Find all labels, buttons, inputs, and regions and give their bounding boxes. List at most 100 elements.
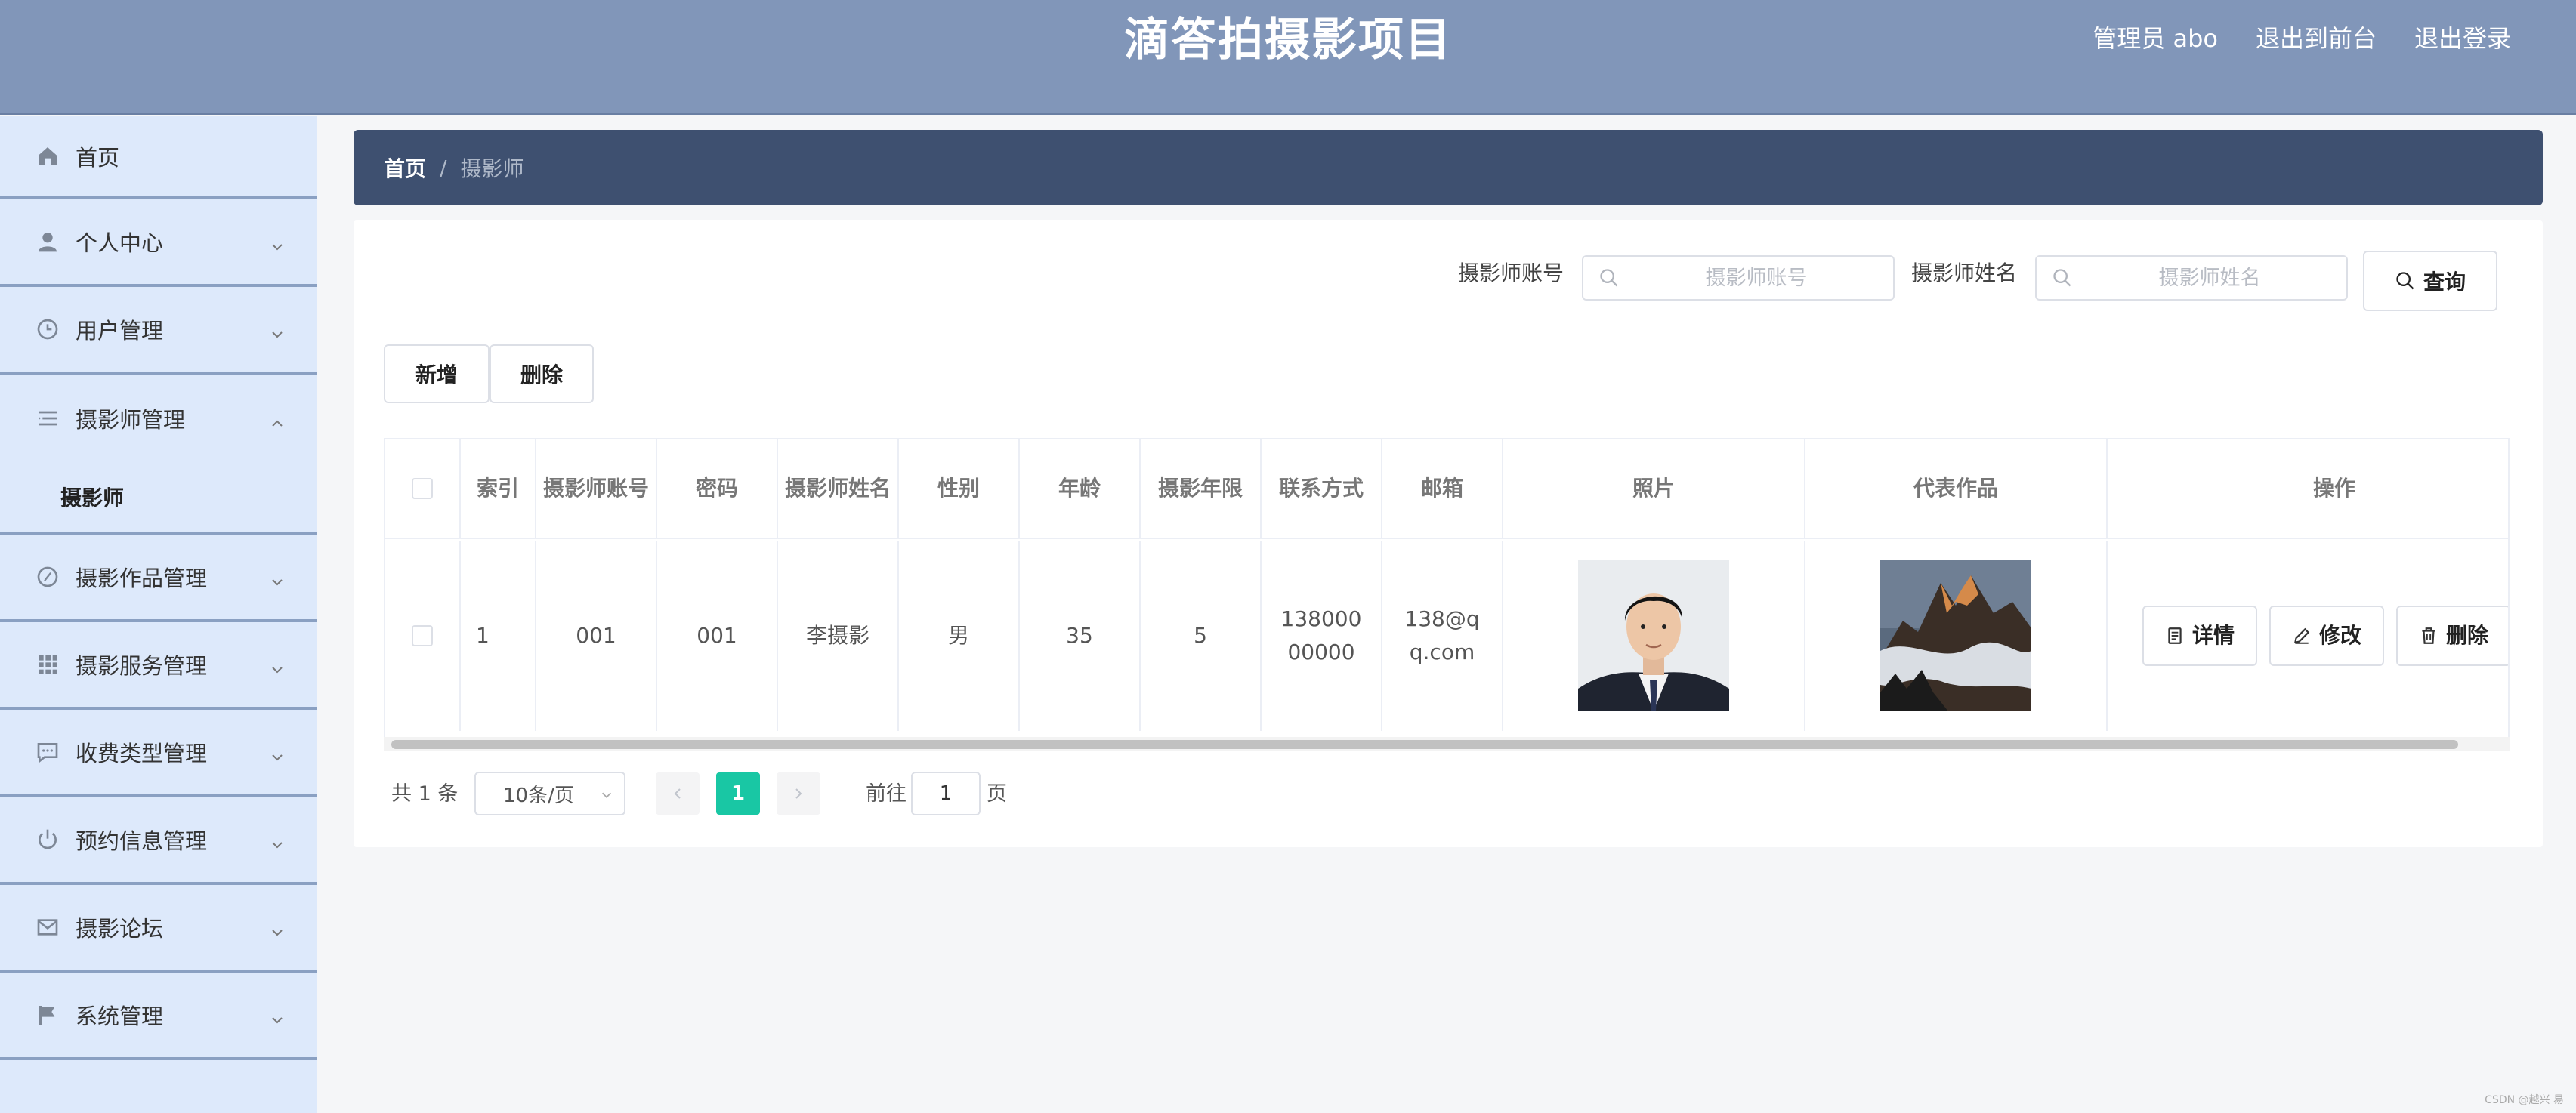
breadcrumb-home[interactable]: 首页: [384, 153, 426, 183]
sidebar-item-label: 首页: [76, 145, 120, 171]
search-icon: [2396, 272, 2414, 290]
select-all-cell: [385, 439, 461, 538]
chevron-up-icon: [270, 411, 285, 427]
grid-icon: [35, 652, 60, 677]
batch-delete-button-label: 删除: [520, 362, 563, 387]
detail-button-label: 详情: [2192, 623, 2235, 648]
page-number-current[interactable]: 1: [716, 772, 760, 815]
select-all-checkbox[interactable]: [412, 478, 433, 499]
breadcrumb-current: 摄影师: [460, 156, 524, 181]
sidebar-item-user-management[interactable]: 用户管理: [0, 287, 317, 375]
sidebar-item-label: 摄影服务管理: [76, 653, 208, 679]
sidebar-item-label: 预约信息管理: [76, 828, 208, 854]
table-row: 1 001 001 李摄影 男 35 5 13800000000 138@qq.…: [385, 541, 2508, 731]
chevron-left-icon: [674, 788, 681, 799]
chevron-down-icon: [601, 792, 612, 798]
sidebar-item-photo-service-management[interactable]: 摄影服务管理: [0, 622, 317, 710]
representative-work-image[interactable]: [1880, 560, 2031, 711]
document-icon: [2168, 627, 2182, 644]
search-icon: [2053, 269, 2071, 287]
user-icon: [35, 229, 60, 254]
sidebar-item-photo-forum[interactable]: 摄影论坛: [0, 885, 317, 973]
photographer-portrait-image[interactable]: [1578, 560, 1729, 711]
home-icon: [35, 143, 60, 169]
account-search-label: 摄影师账号: [1458, 261, 1564, 285]
breadcrumb-separator: /: [440, 155, 447, 180]
account-search-field[interactable]: [1582, 255, 1895, 301]
cell-password: 001: [657, 541, 778, 731]
chevron-down-icon: [270, 920, 285, 936]
column-header[interactable]: 密码: [657, 439, 778, 538]
page-suffix-label: 页: [987, 782, 1007, 806]
chat-icon: [35, 739, 60, 765]
add-button-label: 新增: [415, 362, 458, 387]
add-button[interactable]: 新增: [384, 344, 490, 403]
name-search-input[interactable]: [2073, 257, 2346, 299]
chevron-right-icon: [795, 788, 802, 799]
row-select-cell: [385, 541, 461, 731]
sidebar-item-label: 个人中心: [76, 230, 164, 256]
top-header: 滴答拍摄影项目 管理员 abo 退出到前台 退出登录: [0, 0, 2576, 115]
sidebar-item-label: 摄影作品管理: [76, 566, 208, 591]
account-search-input[interactable]: [1620, 257, 1893, 299]
column-header[interactable]: 索引: [461, 439, 536, 538]
logout-link[interactable]: 退出登录: [2414, 21, 2511, 56]
chevron-down-icon: [270, 657, 285, 674]
horizontal-scrollbar[interactable]: [391, 740, 2458, 749]
sidebar-item-system-management[interactable]: 系统管理: [0, 973, 317, 1060]
column-header[interactable]: 邮箱: [1382, 439, 1503, 538]
cell-actions: 详情 修改 删除: [2108, 541, 2508, 731]
prev-page-button[interactable]: [656, 772, 700, 815]
row-checkbox[interactable]: [412, 625, 433, 646]
column-header[interactable]: 照片: [1503, 439, 1805, 538]
column-header[interactable]: 性别: [899, 439, 1020, 538]
sidebar-item-label: 摄影师管理: [76, 407, 186, 433]
sidebar-item-photo-works-management[interactable]: 摄影作品管理: [0, 535, 317, 622]
sidebar-item-home[interactable]: 首页: [0, 116, 317, 199]
mail-icon: [35, 914, 60, 940]
name-search-field[interactable]: [2035, 255, 2348, 301]
column-header[interactable]: 摄影师姓名: [778, 439, 899, 538]
column-header[interactable]: 联系方式: [1262, 439, 1382, 538]
sidebar-item-fee-type-management[interactable]: 收费类型管理: [0, 710, 317, 797]
next-page-button[interactable]: [777, 772, 820, 815]
edit-button[interactable]: 修改: [2269, 606, 2385, 666]
search-icon: [1600, 269, 1618, 287]
sidebar-item-photographer-management[interactable]: 摄影师管理: [0, 375, 317, 462]
breadcrumb: 首页 / 摄影师: [354, 130, 2543, 205]
column-header[interactable]: 年龄: [1020, 439, 1141, 538]
trash-icon: [2422, 627, 2435, 644]
page-size-value: 10条/页: [503, 784, 574, 807]
main-panel: 摄影师账号 摄影师姓名 查询 新增 删除 索引 摄影师账号 密码 摄影师姓名 性…: [354, 220, 2543, 847]
page-size-select[interactable]: 10条/页: [474, 772, 625, 815]
edit-button-label: 修改: [2319, 623, 2362, 648]
photographer-table: 索引 摄影师账号 密码 摄影师姓名 性别 年龄 摄影年限 联系方式 邮箱 照片 …: [384, 438, 2510, 740]
table-header-row: 索引 摄影师账号 密码 摄影师姓名 性别 年龄 摄影年限 联系方式 邮箱 照片 …: [385, 439, 2508, 539]
query-button[interactable]: 查询: [2363, 251, 2497, 311]
batch-delete-button[interactable]: 删除: [490, 344, 594, 403]
clock-icon: [35, 316, 60, 342]
cell-years: 5: [1141, 541, 1262, 731]
cell-name: 李摄影: [778, 541, 899, 731]
watermark: CSDN @越兴 易: [2485, 1094, 2564, 1106]
query-button-label: 查询: [2423, 270, 2466, 294]
flag-icon: [35, 1002, 60, 1028]
column-header[interactable]: 代表作品: [1805, 439, 2108, 538]
sidebar: 首页 个人中心 用户管理 摄影师管理 摄影师 摄影作品管理 摄影服务管理 收费类…: [0, 116, 317, 1113]
chevron-down-icon: [270, 1007, 285, 1024]
cell-index: 1: [461, 541, 536, 731]
column-header[interactable]: 摄影年限: [1141, 439, 1262, 538]
sidebar-item-personal-center[interactable]: 个人中心: [0, 199, 317, 287]
sidebar-subitem-photographer[interactable]: 摄影师: [0, 462, 317, 535]
sidebar-item-booking-management[interactable]: 预约信息管理: [0, 797, 317, 885]
exit-to-front-link[interactable]: 退出到前台: [2256, 21, 2377, 56]
column-header[interactable]: 摄影师账号: [536, 439, 657, 538]
sidebar-item-label: 收费类型管理: [76, 741, 208, 766]
row-delete-button[interactable]: 删除: [2396, 606, 2508, 666]
chevron-down-icon: [270, 569, 285, 586]
admin-user-label[interactable]: 管理员 abo: [2093, 21, 2218, 56]
goto-page-input[interactable]: [911, 772, 981, 815]
detail-button[interactable]: 详情: [2142, 606, 2258, 666]
cell-phone: 13800000000: [1262, 541, 1382, 731]
power-icon: [35, 827, 60, 852]
